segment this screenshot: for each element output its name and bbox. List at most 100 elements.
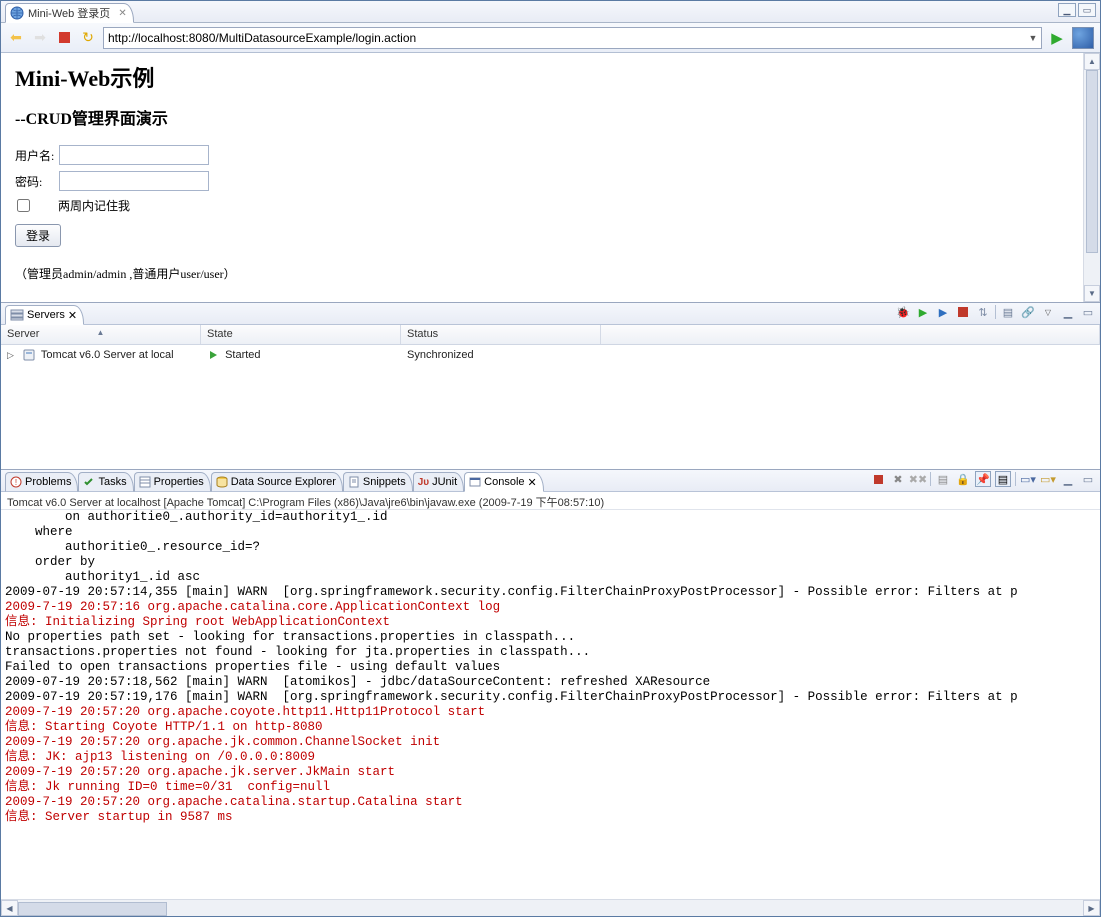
console-line: 信息: Jk running ID=0 time=0/31 config=nul… [5,780,1096,795]
editor-tab[interactable]: Mini-Web 登录页 ✕ [5,3,134,23]
console-line: on authoritie0_.authority_id=authority1_… [5,510,1096,525]
maximize-view-icon[interactable]: ▭ [1080,471,1096,487]
open-external-button[interactable] [1072,27,1094,49]
console-line: 2009-7-19 20:57:20 org.apache.jk.server.… [5,765,1096,780]
password-input[interactable] [59,171,209,191]
console-line: 信息: Initializing Spring root WebApplicat… [5,615,1096,630]
col-status[interactable]: Status [401,325,601,344]
address-bar: ▼ [103,27,1042,49]
display-selected-console-icon[interactable]: ▭▾ [1020,471,1036,487]
profile-server-icon[interactable]: ▶ [935,304,951,320]
scroll-right-icon[interactable]: ▶ [1083,900,1100,916]
link-icon[interactable]: 🔗 [1020,304,1036,320]
remove-launch-icon[interactable]: ✖ [890,471,906,487]
maximize-view-icon[interactable]: ▭ [1080,304,1096,320]
remove-all-icon[interactable]: ✖✖ [910,471,926,487]
col-server[interactable]: Server ▲ [1,325,201,344]
tab-properties[interactable]: Properties [134,472,211,492]
maximize-button[interactable]: ▭ [1078,3,1096,17]
server-status: Synchronized [407,349,474,361]
publish-server-icon[interactable]: ⇅ [975,304,991,320]
console-description: Tomcat v6.0 Server at localhost [Apache … [1,492,1100,510]
scroll-up-icon[interactable]: ▲ [1084,53,1100,70]
browser-viewport: Mini-Web示例 --CRUD管理界面演示 用户名: 密码: 两周内记住我 … [1,53,1100,303]
tab-console[interactable]: Console ✕ [464,472,544,492]
console-line: 信息: JK: ajp13 listening on /0.0.0.0:8009 [5,750,1096,765]
console-line: Failed to open transactions properties f… [5,660,1096,675]
url-input[interactable] [104,31,1025,45]
tab-problems[interactable]: ! Problems [5,472,78,492]
show-console-icon[interactable]: ▤ [995,471,1011,487]
console-line: authority1_.id asc [5,570,1096,585]
close-icon[interactable]: ✕ [68,309,77,322]
view-menu-icon[interactable]: ▤ [1000,304,1016,320]
started-icon [207,349,219,361]
scroll-lock-icon[interactable]: 🔒 [955,471,971,487]
vertical-scrollbar[interactable]: ▲ ▼ [1083,53,1100,302]
page-title: Mini-Web示例 [15,61,1069,93]
datasource-icon [216,476,228,488]
login-button[interactable]: 登录 [15,224,61,247]
server-name: Tomcat v6.0 Server at local [41,349,174,361]
console-line: 2009-07-19 20:57:19,176 [main] WARN [org… [5,690,1096,705]
username-input[interactable] [59,145,209,165]
tasks-icon [83,476,95,488]
servers-tab-label: Servers [27,309,65,321]
close-icon[interactable]: ✕ [118,8,126,19]
horizontal-scrollbar[interactable]: ◀ ▶ [1,899,1100,916]
expand-icon[interactable]: ▷ [7,350,17,361]
server-row[interactable]: ▷ Tomcat v6.0 Server at local Started Sy… [1,345,1100,365]
clear-console-icon[interactable]: ▤ [935,471,951,487]
stop-button[interactable] [55,29,73,47]
scroll-down-icon[interactable]: ▼ [1084,285,1100,302]
url-history-dropdown[interactable]: ▼ [1025,33,1041,43]
tab-snippets[interactable]: Snippets [343,472,413,492]
bottom-area: ! Problems Tasks Properties Data Source … [1,470,1100,916]
back-button[interactable]: ⬅ [7,29,25,47]
username-label: 用户名: [15,147,59,164]
debug-server-icon[interactable]: 🐞 [895,304,911,320]
minimize-view-icon[interactable]: ▁ [1060,304,1076,320]
console-line: 2009-7-19 20:57:20 org.apache.coyote.htt… [5,705,1096,720]
pin-console-icon[interactable]: 📌 [975,471,991,487]
start-server-icon[interactable]: ▶ [915,304,931,320]
properties-icon [139,476,151,488]
console-line: 2009-7-19 20:57:16 org.apache.catalina.c… [5,600,1096,615]
problems-icon: ! [10,476,22,488]
console-line: order by [5,555,1096,570]
refresh-button[interactable]: ↻ [79,29,97,47]
tab-junit[interactable]: Jᴜ JUnit [413,472,464,492]
tab-data-source-explorer[interactable]: Data Source Explorer [211,472,343,492]
console-line: authoritie0_.resource_id=? [5,540,1096,555]
terminate-icon[interactable] [870,471,886,487]
console-icon [469,476,481,488]
editor-tab-label: Mini-Web 登录页 [28,5,110,21]
sort-asc-icon: ▲ [97,328,105,337]
go-button[interactable]: ▶ [1048,29,1066,47]
console-line: 2009-07-19 20:57:14,355 [main] WARN [org… [5,585,1096,600]
minimize-button[interactable]: ▁ [1058,3,1076,17]
remember-checkbox[interactable] [17,199,30,212]
scroll-left-icon[interactable]: ◀ [1,900,18,916]
forward-button[interactable]: ➡ [31,29,49,47]
minimize-view-icon[interactable]: ▁ [1060,471,1076,487]
bottom-views-tabbar: ! Problems Tasks Properties Data Source … [1,470,1100,492]
login-hint: （管理员admin/admin ,普通用户user/user） [15,265,1069,282]
remember-label: 两周内记住我 [58,197,130,214]
console-line: 2009-7-19 20:57:20 org.apache.jk.common.… [5,735,1096,750]
open-console-icon[interactable]: ▭▾ [1040,471,1056,487]
globe-icon [10,6,24,20]
stop-server-icon[interactable] [955,304,971,320]
menu-dropdown-icon[interactable]: ▽ [1040,304,1056,320]
servers-table-header: Server ▲ State Status [1,325,1100,345]
console-line: No properties path set - looking for tra… [5,630,1096,645]
snippets-icon [348,476,360,488]
console-output[interactable]: on authoritie0_.authority_id=authority1_… [1,510,1100,899]
console-line: 2009-7-19 20:57:20 org.apache.catalina.s… [5,795,1096,810]
col-state[interactable]: State [201,325,401,344]
tab-tasks[interactable]: Tasks [78,472,133,492]
junit-icon: Jᴜ [418,477,429,488]
close-icon[interactable]: ✕ [528,476,537,489]
servers-tab[interactable]: Servers ✕ [5,305,84,325]
server-icon [23,349,35,361]
